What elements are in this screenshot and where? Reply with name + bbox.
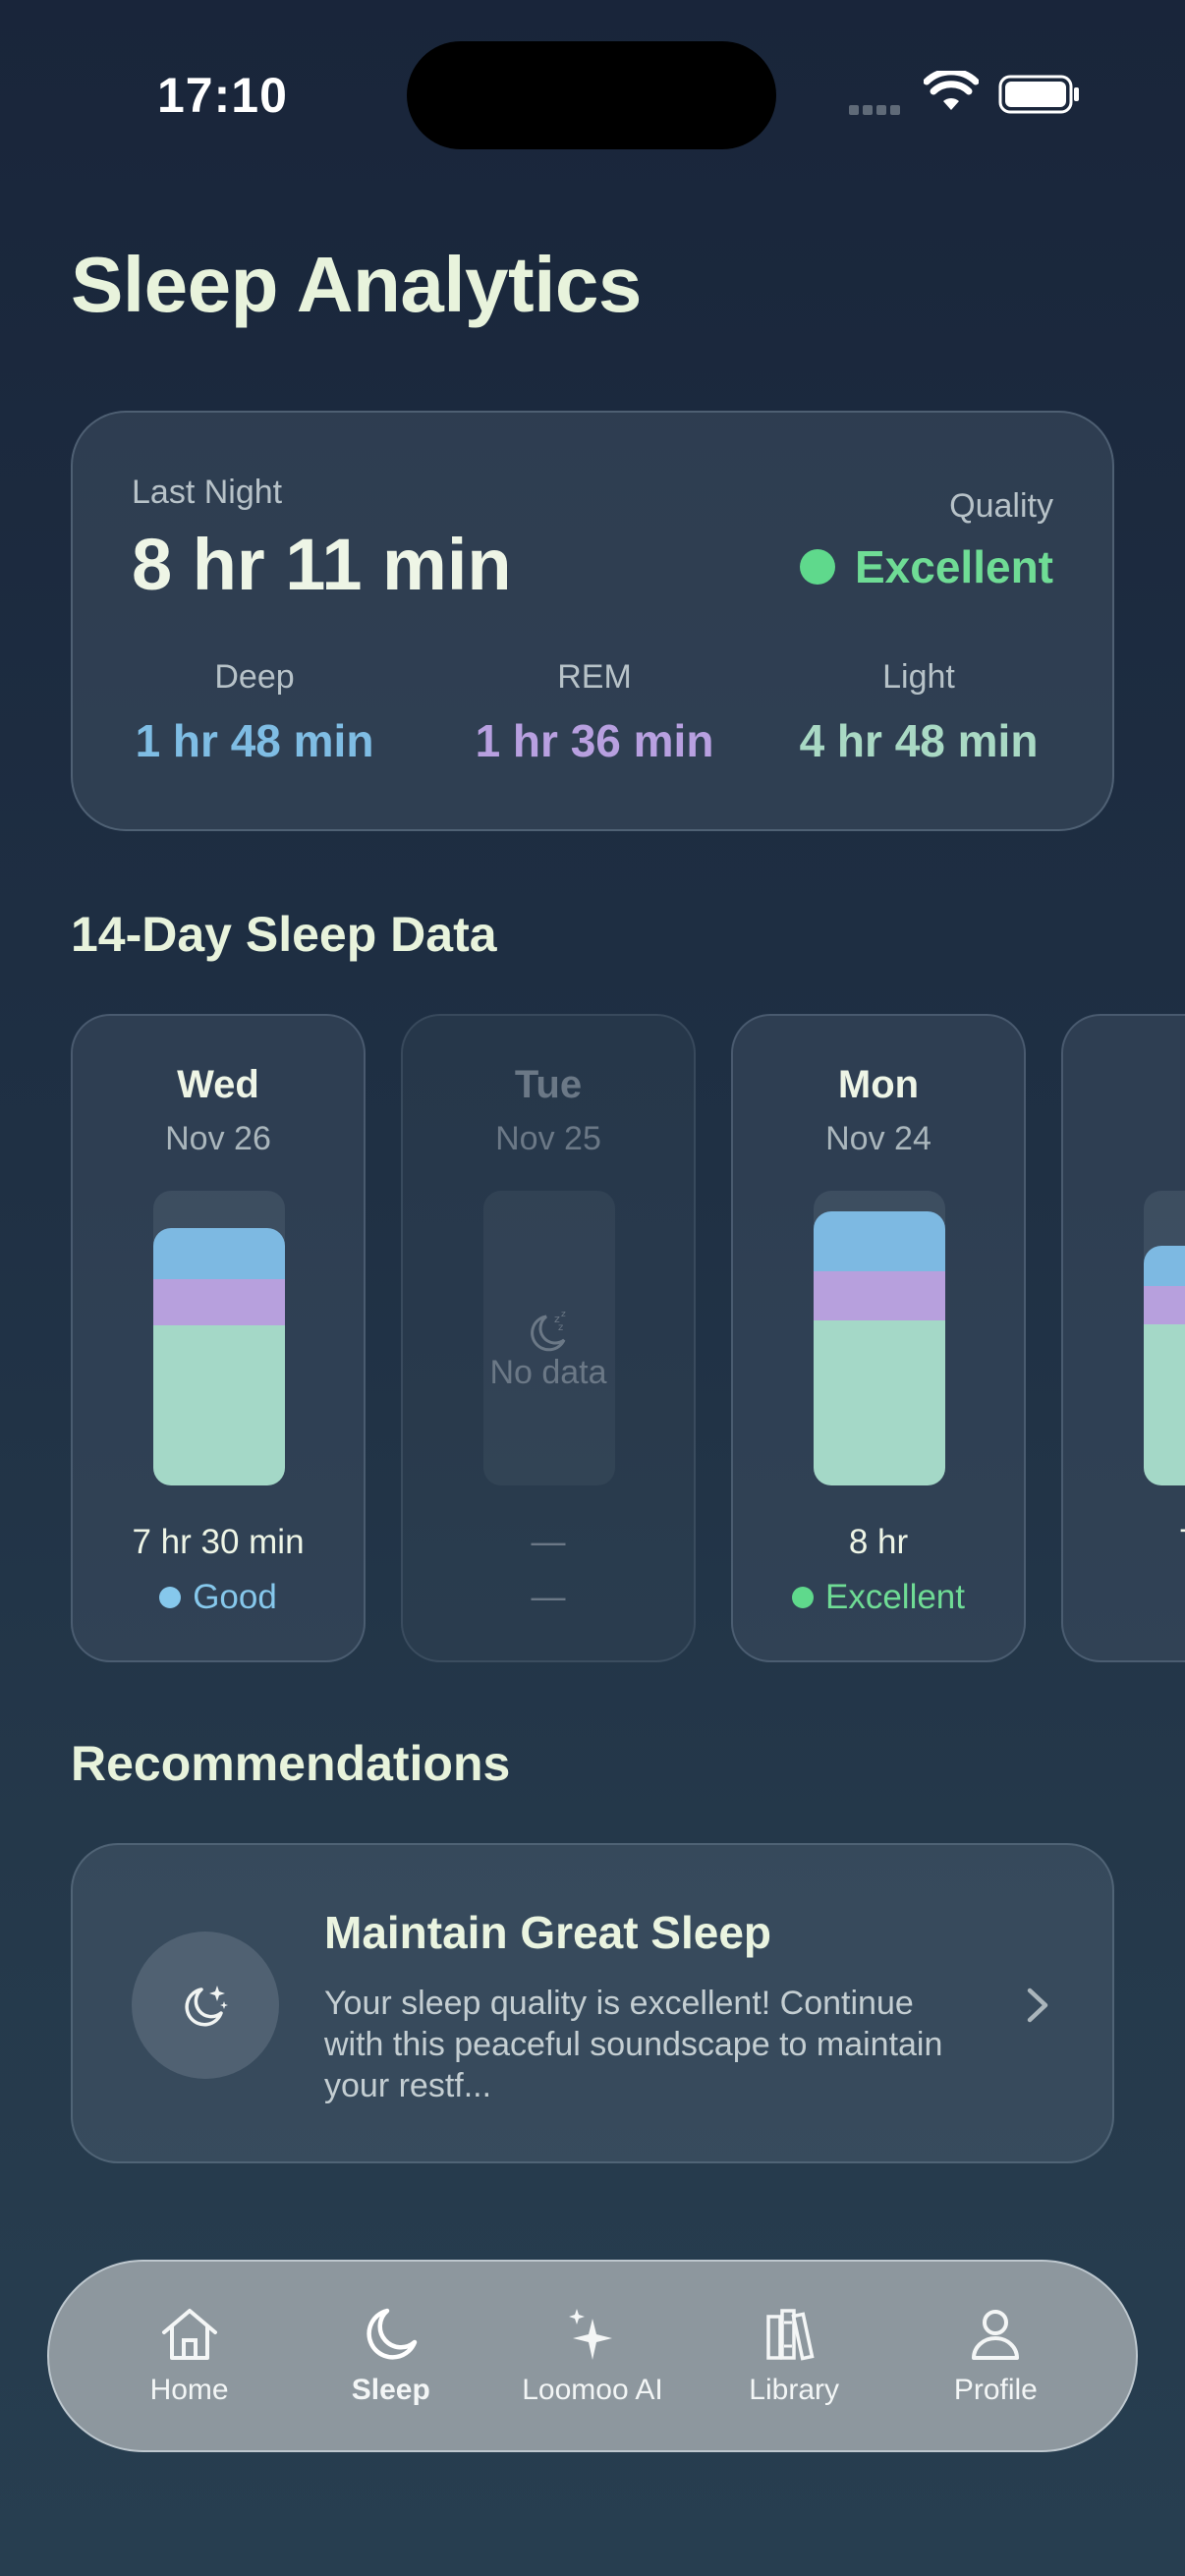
- cellular-signal-icon: [849, 102, 908, 116]
- day-card-wed[interactable]: Wed Nov 26 7 hr 30 min Good: [71, 1014, 366, 1662]
- home-icon: [161, 2309, 217, 2360]
- day-name: Tue: [514, 1063, 583, 1106]
- tab-loomoo-ai[interactable]: Loomoo AI: [499, 2305, 686, 2407]
- sleep-stage-bar: [814, 1211, 945, 1485]
- tab-bar: Home Sleep Loomoo AI Library Profile: [47, 2260, 1138, 2452]
- recommendation-title: Maintain Great Sleep: [324, 1907, 772, 1958]
- recommendation-body: Your sleep quality is excellent! Continu…: [324, 1985, 943, 2104]
- day-duration: 7 hr: [1063, 1523, 1185, 1562]
- days-scroll-row[interactable]: Wed Nov 26 7 hr 30 min Good Tue Nov 25 z…: [0, 1014, 1185, 1662]
- rem-segment: [814, 1271, 945, 1320]
- day-quality: [1063, 1578, 1185, 1599]
- light-segment: [814, 1320, 945, 1485]
- tab-loomoo-ai-label: Loomoo AI: [522, 2374, 663, 2406]
- quality-label: Quality: [949, 487, 1053, 525]
- sleep-stage-bar: [1144, 1246, 1185, 1485]
- no-data-label: No data: [489, 1354, 607, 1391]
- stage-deep: Deep 1 hr 48 min: [92, 658, 417, 767]
- status-time: 17:10: [157, 68, 288, 123]
- svg-text:z: z: [558, 1322, 563, 1333]
- tab-home[interactable]: Home: [96, 2305, 283, 2407]
- day-quality-text: Excellent: [824, 1578, 966, 1616]
- day-date: No: [1063, 1120, 1185, 1158]
- sleep-bar-track: [153, 1191, 285, 1485]
- history-section-title: 14-Day Sleep Data: [71, 907, 497, 962]
- day-card-tue[interactable]: Tue Nov 25 z z z No data — —: [401, 1014, 696, 1662]
- quality-status-dot: [800, 549, 835, 585]
- moon-icon: [367, 2308, 418, 2360]
- day-name: Mon: [837, 1063, 920, 1106]
- sleep-bar-track: [814, 1191, 945, 1485]
- day-quality: Good: [73, 1578, 364, 1617]
- wifi-icon: [924, 71, 979, 110]
- stage-deep-label: Deep: [214, 658, 295, 696]
- rem-segment: [1144, 1286, 1185, 1324]
- svg-text:z: z: [561, 1310, 566, 1319]
- tab-library[interactable]: Library: [701, 2305, 887, 2407]
- page-title: Sleep Analytics: [71, 241, 642, 328]
- day-card-partial[interactable]: S No 7 hr: [1061, 1014, 1185, 1662]
- last-night-card[interactable]: Last Night 8 hr 11 min Quality Excellent…: [71, 411, 1114, 831]
- status-bar: 17:10: [0, 0, 1185, 196]
- moon-stars-icon: [185, 1986, 228, 2027]
- quality-value: Excellent: [800, 540, 1053, 593]
- tab-profile-label: Profile: [953, 2374, 1038, 2406]
- day-duration: 8 hr: [848, 1523, 909, 1561]
- day-duration: —: [531, 1523, 566, 1561]
- last-night-duration: 8 hr 11 min: [132, 524, 512, 605]
- day-name: Wed: [177, 1063, 259, 1106]
- day-name: S: [1063, 1063, 1185, 1107]
- chevron-right-icon[interactable]: [1018, 1981, 1057, 2030]
- stage-rem: REM 1 hr 36 min: [432, 658, 757, 767]
- stage-rem-value: 1 hr 36 min: [475, 715, 714, 766]
- person-icon: [972, 2310, 1020, 2360]
- recommendations-section-title: Recommendations: [71, 1736, 511, 1791]
- stage-light: Light 4 hr 48 min: [757, 658, 1081, 767]
- tab-profile[interactable]: Profile: [902, 2305, 1089, 2407]
- dynamic-island: [407, 41, 776, 149]
- recommendation-icon-wrap: [132, 1932, 279, 2079]
- recommendation-card[interactable]: Maintain Great Sleep Your sleep quality …: [71, 1843, 1114, 2163]
- day-duration: 7 hr 30 min: [132, 1523, 305, 1561]
- sleep-bar-track: [1144, 1191, 1185, 1485]
- sleep-stage-bar: [153, 1228, 285, 1485]
- tab-sleep[interactable]: Sleep: [298, 2305, 484, 2407]
- tab-home-label: Home: [149, 2374, 229, 2406]
- tab-sleep-label: Sleep: [351, 2374, 430, 2406]
- stage-deep-value: 1 hr 48 min: [135, 715, 374, 766]
- sparkles-icon: [568, 2309, 612, 2360]
- deep-segment: [153, 1228, 285, 1279]
- day-date: Nov 26: [165, 1120, 271, 1157]
- deep-segment: [814, 1211, 945, 1271]
- last-night-label: Last Night: [132, 474, 283, 511]
- day-date: Nov 24: [825, 1120, 931, 1157]
- quality-dot: [791, 1587, 814, 1608]
- stage-light-value: 4 hr 48 min: [799, 715, 1039, 766]
- day-date: Nov 25: [495, 1120, 601, 1157]
- day-quality-text: —: [531, 1578, 566, 1616]
- day-quality-text: Good: [193, 1578, 277, 1616]
- quality-dot: [159, 1587, 182, 1608]
- light-segment: [1144, 1324, 1185, 1485]
- stage-light-label: Light: [882, 658, 955, 696]
- books-icon: [766, 2309, 815, 2361]
- moon-zzz-icon: z z z: [531, 1310, 566, 1352]
- stage-rem-label: REM: [557, 658, 632, 696]
- battery-icon: [998, 75, 1079, 114]
- tab-library-label: Library: [749, 2374, 839, 2406]
- rem-segment: [153, 1279, 285, 1325]
- quality-value-text: Excellent: [855, 541, 1053, 592]
- light-segment: [153, 1325, 285, 1485]
- deep-segment: [1144, 1246, 1185, 1286]
- day-card-mon[interactable]: Mon Nov 24 8 hr Excellent: [731, 1014, 1026, 1662]
- day-quality: Excellent: [733, 1578, 1024, 1617]
- day-quality: —: [403, 1578, 694, 1617]
